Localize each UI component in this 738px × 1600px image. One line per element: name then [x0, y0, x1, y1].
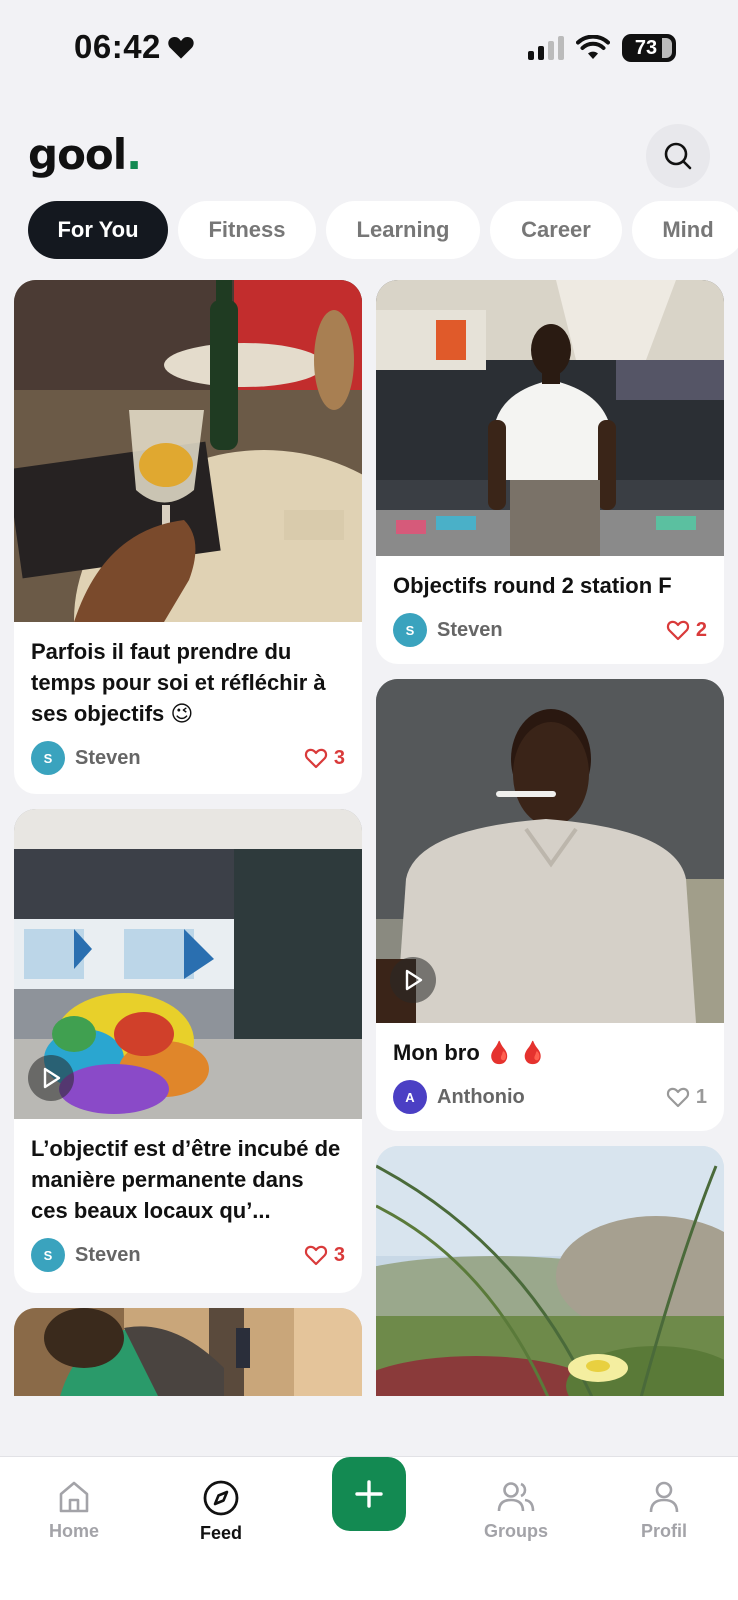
- like-button[interactable]: 2: [666, 619, 707, 642]
- heart-icon: [666, 1087, 689, 1108]
- nav-profil[interactable]: Profil: [604, 1479, 724, 1542]
- cellular-signal-icon: [528, 36, 564, 60]
- search-icon: [664, 142, 692, 170]
- heart-icon: [666, 620, 689, 641]
- post-title: Parfois il faut prendre du temps pour so…: [31, 639, 326, 726]
- like-count: 1: [695, 1085, 707, 1108]
- nav-feed[interactable]: Feed: [161, 1479, 281, 1544]
- groups-icon: [497, 1482, 535, 1512]
- add-post-button[interactable]: [332, 1457, 406, 1531]
- post-image: [376, 679, 724, 1023]
- like-count: 3: [333, 1243, 345, 1266]
- like-count: 2: [695, 618, 707, 641]
- post-author[interactable]: S Steven: [393, 613, 503, 647]
- like-button[interactable]: 1: [666, 1086, 707, 1109]
- category-tabs: For You Fitness Learning Career Mind: [28, 201, 738, 259]
- post-title: Objectifs round 2 station F: [393, 573, 672, 598]
- nav-home-label: Home: [48, 1521, 99, 1541]
- clock-text: 06:42: [74, 28, 161, 65]
- post-card[interactable]: Parfois il faut prendre du temps pour so…: [14, 280, 362, 794]
- post-card[interactable]: [14, 1308, 362, 1396]
- tab-fitness[interactable]: Fitness: [178, 201, 316, 259]
- bottom-nav: Home Feed Groups Profil: [0, 1456, 738, 1600]
- avatar: S: [393, 613, 427, 647]
- play-icon: [405, 969, 423, 991]
- post-card[interactable]: Mon bro 🩸 🩸 A Anthonio 1: [376, 679, 724, 1131]
- author-name: Steven: [75, 746, 141, 769]
- heart-icon: [304, 1245, 327, 1266]
- heart-status-icon: [168, 36, 194, 59]
- nav-feed-label: Feed: [199, 1523, 242, 1543]
- tab-career[interactable]: Career: [490, 201, 622, 259]
- post-card[interactable]: [376, 1146, 724, 1396]
- tab-for-you[interactable]: For You: [28, 201, 168, 259]
- play-button[interactable]: [390, 957, 436, 1003]
- play-icon: [43, 1067, 61, 1089]
- nav-groups[interactable]: Groups: [456, 1479, 576, 1542]
- tab-learning[interactable]: Learning: [326, 201, 480, 259]
- logo-text: gool: [28, 130, 127, 179]
- nav-home[interactable]: Home: [14, 1479, 134, 1542]
- battery-icon: 73: [622, 34, 676, 62]
- post-author[interactable]: S Steven: [31, 741, 141, 775]
- post-image: [14, 280, 362, 622]
- avatar: A: [393, 1080, 427, 1114]
- post-image: [14, 1308, 362, 1396]
- plus-icon: [355, 1480, 383, 1508]
- post-author[interactable]: A Anthonio: [393, 1080, 525, 1114]
- profile-icon: [649, 1481, 679, 1513]
- status-icons: 73: [528, 34, 676, 62]
- nav-groups-label: Groups: [483, 1521, 548, 1541]
- post-image: [14, 809, 362, 1119]
- author-name: Steven: [437, 618, 503, 641]
- post-author[interactable]: S Steven: [31, 1238, 141, 1272]
- status-time: 06:42: [74, 28, 195, 66]
- avatar: S: [31, 741, 65, 775]
- post-image: [376, 280, 724, 556]
- post-card[interactable]: Objectifs round 2 station F S Steven 2: [376, 280, 724, 664]
- search-button[interactable]: [646, 124, 710, 188]
- like-button[interactable]: 3: [304, 747, 345, 770]
- like-button[interactable]: 3: [304, 1244, 345, 1267]
- post-title: Mon bro 🩸 🩸: [393, 1040, 547, 1065]
- post-title: L’objectif est d’être incubé de manière …: [31, 1136, 341, 1223]
- app-header: gool.: [0, 124, 738, 188]
- like-count: 3: [333, 746, 345, 769]
- heart-icon: [304, 748, 327, 769]
- nav-profil-label: Profil: [640, 1521, 687, 1541]
- feed-grid: Parfois il faut prendre du temps pour so…: [14, 280, 724, 1396]
- battery-level: 73: [634, 36, 658, 59]
- author-name: Anthonio: [437, 1085, 525, 1108]
- play-button[interactable]: [28, 1055, 74, 1101]
- tab-mind[interactable]: Mind: [632, 201, 738, 259]
- author-name: Steven: [75, 1243, 141, 1266]
- status-bar: 06:42 73: [0, 0, 738, 100]
- compass-icon: [203, 1480, 239, 1516]
- post-card[interactable]: L’objectif est d’être incubé de manière …: [14, 809, 362, 1293]
- post-image: [376, 1146, 724, 1396]
- logo-dot: .: [126, 130, 142, 179]
- avatar: S: [31, 1238, 65, 1272]
- app-logo: gool.: [28, 130, 142, 179]
- home-icon: [59, 1481, 89, 1513]
- wifi-icon: [576, 35, 610, 59]
